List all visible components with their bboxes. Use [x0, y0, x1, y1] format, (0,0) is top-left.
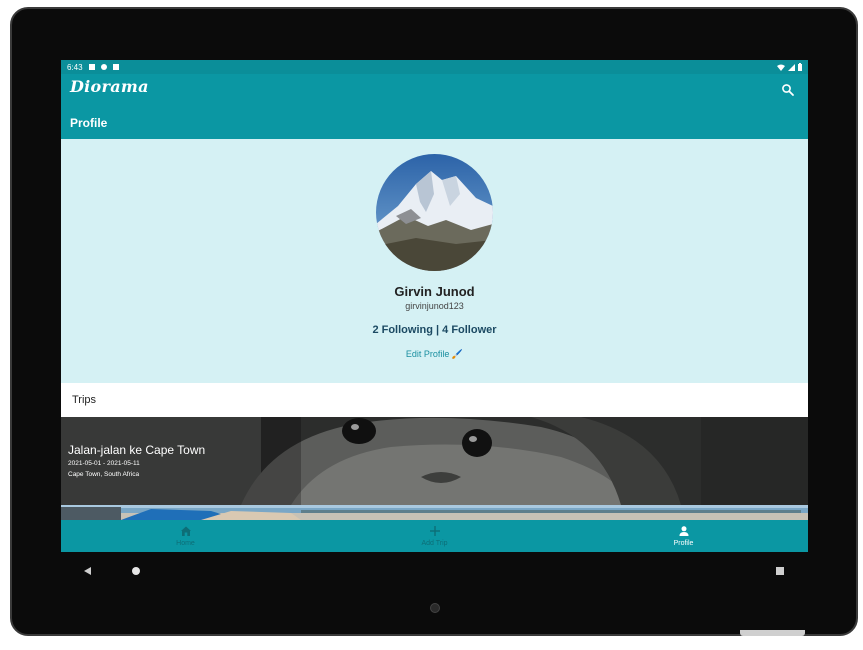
home-circle-icon — [132, 567, 140, 575]
device-edge — [740, 630, 805, 636]
sync-icon — [100, 64, 107, 70]
nav-profile[interactable]: Profile — [559, 520, 808, 552]
profile-section: Girvin Junod girvinjunod123 2 Following … — [61, 139, 808, 383]
page-title: Profile — [70, 116, 108, 130]
battery-icon — [798, 63, 802, 71]
back-button[interactable] — [83, 563, 93, 581]
edit-profile-link[interactable]: Edit Profile 🖌️ — [61, 349, 808, 360]
trip-card-partial[interactable] — [61, 505, 808, 520]
app-logo: Diorama — [70, 77, 149, 96]
following-count[interactable]: 2 Following — [372, 324, 433, 336]
status-time: 6:43 — [67, 62, 83, 72]
app-screen: 6:43 Diorama Profile Girvin Junod girvin… — [61, 60, 808, 552]
follow-stats: 2 Following | 4 Follower — [61, 324, 808, 336]
nav-home[interactable]: Home — [61, 520, 310, 552]
front-camera — [430, 603, 440, 613]
nav-home-label: Home — [176, 540, 195, 547]
follow-separator: | — [432, 324, 443, 336]
trips-header: Trips — [61, 383, 808, 417]
notification-icon — [88, 64, 95, 70]
app-bar: Diorama Profile — [61, 74, 808, 139]
sd-card-icon — [112, 64, 119, 70]
person-icon — [679, 526, 688, 536]
signal-icon — [788, 63, 795, 71]
avatar[interactable] — [376, 154, 493, 271]
trip-dates: 2021-05-01 - 2021-05-11 — [68, 460, 140, 467]
nav-add-trip[interactable]: Add Trip — [310, 520, 559, 552]
system-navigation-bar — [61, 552, 808, 585]
wifi-icon — [777, 64, 785, 71]
plus-icon — [429, 526, 440, 536]
follower-count[interactable]: 4 Follower — [442, 324, 496, 336]
trip-location: Cape Town, South Africa — [68, 471, 140, 478]
bottom-navigation: Home Add Trip Profile — [61, 520, 808, 552]
user-name: Girvin Junod — [394, 284, 475, 299]
search-button[interactable] — [780, 82, 796, 98]
recents-square-icon — [776, 567, 784, 575]
seal-photo — [61, 417, 808, 505]
username: girvinjunod123 — [405, 301, 464, 311]
trip-title: Jalan-jalan ke Cape Town — [68, 443, 206, 457]
beach-photo — [61, 505, 808, 520]
search-icon — [782, 84, 794, 96]
nav-profile-label: Profile — [673, 540, 694, 547]
back-triangle-icon — [84, 567, 91, 575]
home-icon — [180, 526, 191, 536]
home-system-button[interactable] — [131, 563, 141, 581]
nav-add-trip-label: Add Trip — [421, 540, 448, 547]
recents-button[interactable] — [775, 563, 785, 581]
status-bar: 6:43 — [61, 60, 808, 74]
mountain-photo — [376, 154, 493, 271]
trip-card[interactable]: Jalan-jalan ke Cape Town 2021-05-01 - 20… — [61, 417, 808, 505]
